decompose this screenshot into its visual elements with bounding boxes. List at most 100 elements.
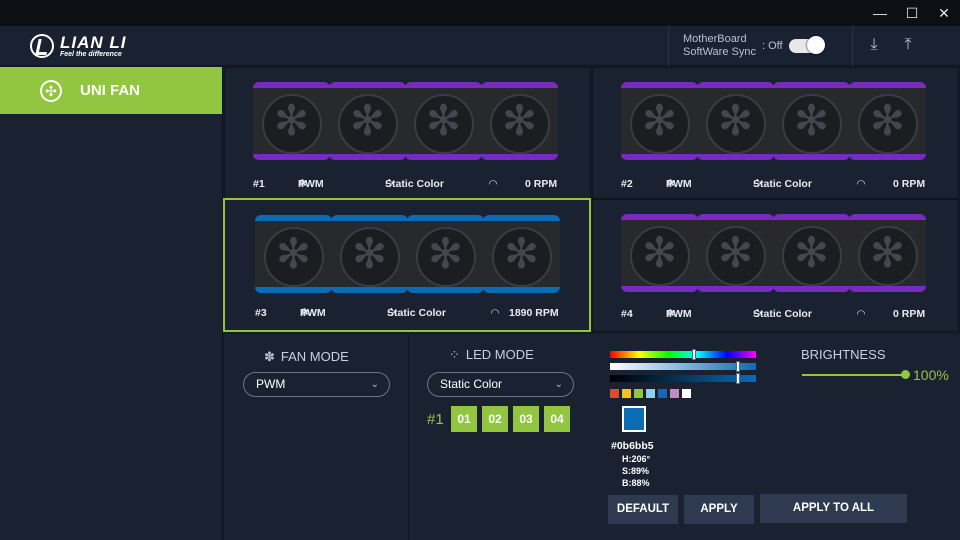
upload-icon[interactable]: ⤒ bbox=[898, 36, 918, 56]
sync-label-line1: MotherBoard bbox=[683, 33, 747, 45]
fan-unit bbox=[849, 214, 926, 292]
lian-li-logo: LIAN LI Feel the difference bbox=[30, 34, 127, 58]
sync-label-line2: SoftWare Sync bbox=[683, 46, 756, 58]
preset-swatch-pink[interactable] bbox=[670, 389, 679, 398]
sync-toggle[interactable] bbox=[788, 36, 825, 54]
current-color-preview[interactable] bbox=[622, 406, 646, 432]
group-fan-mode: PWM bbox=[300, 307, 326, 319]
fan-unit bbox=[849, 82, 926, 160]
motherboard-sync: MotherBoard SoftWare Sync : Off bbox=[668, 26, 825, 66]
speed-gauge-icon: ◠ bbox=[491, 307, 500, 319]
group-fan-mode: PWM bbox=[666, 178, 692, 190]
group-id: #4 bbox=[621, 308, 633, 320]
brightness-slider-track[interactable] bbox=[802, 374, 906, 376]
value-slider[interactable] bbox=[610, 373, 756, 384]
led-mode-title: ⁘ LED MODE bbox=[449, 347, 534, 363]
fan-mode-title-text: FAN MODE bbox=[280, 349, 349, 364]
value-slider-knob[interactable] bbox=[736, 373, 740, 384]
led-mode-title-text: LED MODE bbox=[465, 347, 534, 362]
sidebar: ✣ UNI FAN bbox=[0, 67, 223, 540]
fan-unit bbox=[697, 82, 774, 160]
title-bar: — ☐ ✕ bbox=[0, 0, 960, 26]
zone-button-04[interactable]: 04 bbox=[544, 406, 570, 432]
group-fan-mode: PWM bbox=[666, 308, 692, 320]
zone-button-02[interactable]: 02 bbox=[482, 406, 508, 432]
chevron-down-icon: ⌄ bbox=[554, 379, 563, 390]
chevron-down-icon: ⌄ bbox=[370, 379, 379, 390]
fan-unit bbox=[481, 82, 558, 160]
group-led-mode: Static Color bbox=[753, 308, 812, 320]
header-divider bbox=[852, 26, 853, 66]
speed-gauge-icon: ◠ bbox=[489, 178, 498, 190]
led-mode-select[interactable]: Static Color ⌄ bbox=[427, 372, 574, 397]
brightness-value: 100% bbox=[913, 367, 949, 383]
color-saturation-value: S:89% bbox=[622, 466, 650, 476]
brightness-title: BRIGHTNESS bbox=[801, 347, 886, 362]
group-rpm: 0 RPM bbox=[893, 308, 926, 320]
fan-row bbox=[253, 82, 558, 160]
preset-swatch-red[interactable] bbox=[610, 389, 619, 398]
fan-icon: ✣ bbox=[40, 79, 62, 102]
sidebar-item-label: UNI FAN bbox=[80, 82, 140, 99]
zone-button-01[interactable]: 01 bbox=[451, 406, 477, 432]
preset-swatch-light-blue[interactable] bbox=[646, 389, 655, 398]
minimize-button[interactable]: — bbox=[870, 4, 890, 22]
fan-group-1[interactable]: #1 ✽PWM ⁘Static Color ◠ 0 RPM bbox=[224, 67, 591, 199]
lian-li-logo-icon bbox=[30, 34, 54, 58]
fan-unit bbox=[405, 82, 482, 160]
led-mode-value: Static Color bbox=[440, 377, 503, 391]
divider bbox=[408, 334, 409, 540]
group-rpm: 0 RPM bbox=[893, 178, 926, 190]
group-rpm: 0 RPM bbox=[525, 178, 558, 190]
fan-unit bbox=[621, 82, 698, 160]
hue-slider[interactable] bbox=[610, 349, 756, 360]
fan-unit bbox=[483, 215, 560, 293]
group-id: #2 bbox=[621, 178, 633, 190]
download-icon[interactable]: ⤓ bbox=[864, 36, 884, 56]
app-header: LIAN LI Feel the difference MotherBoard … bbox=[0, 26, 960, 66]
close-button[interactable]: ✕ bbox=[934, 4, 954, 22]
fan-group-4[interactable]: #4 ✽PWM ⁘Static Color ◠ 0 RPM bbox=[592, 199, 959, 332]
apply-to-all-button[interactable]: APPLY TO ALL bbox=[760, 494, 907, 523]
fan-mode-icon: ✽ bbox=[264, 349, 275, 364]
group-id: #3 bbox=[255, 307, 267, 319]
group-led-mode: Static Color bbox=[385, 178, 444, 190]
speed-gauge-icon: ◠ bbox=[857, 178, 866, 190]
fan-mode-title: ✽ FAN MODE bbox=[264, 349, 349, 365]
zone-button-03[interactable]: 03 bbox=[513, 406, 539, 432]
maximize-button[interactable]: ☐ bbox=[902, 4, 922, 22]
preset-swatch-green[interactable] bbox=[634, 389, 643, 398]
fan-mode-select[interactable]: PWM ⌄ bbox=[243, 372, 390, 397]
brightness-slider-knob[interactable] bbox=[901, 370, 910, 379]
preset-swatch-blue[interactable] bbox=[658, 389, 667, 398]
saturation-slider-knob[interactable] bbox=[736, 361, 740, 372]
apply-button[interactable]: APPLY bbox=[684, 495, 754, 524]
fan-unit bbox=[255, 215, 332, 293]
fan-unit bbox=[773, 82, 850, 160]
fan-unit bbox=[621, 214, 698, 292]
preset-swatch-yellow[interactable] bbox=[622, 389, 631, 398]
color-brightness-value: B:88% bbox=[622, 478, 650, 488]
preset-swatch-white[interactable] bbox=[682, 389, 691, 398]
sidebar-item-uni-fan[interactable]: ✣ UNI FAN bbox=[0, 67, 222, 114]
led-icon: ⁘ bbox=[449, 347, 460, 362]
color-hue-value: H:206° bbox=[622, 454, 651, 464]
brand-name: LIAN LI bbox=[60, 33, 127, 52]
color-hex-value: #0b6bb5 bbox=[611, 440, 654, 452]
group-led-mode: Static Color bbox=[753, 178, 812, 190]
hue-slider-knob[interactable] bbox=[692, 349, 696, 360]
fan-group-2[interactable]: #2 ✽PWM ⁘Static Color ◠ 0 RPM bbox=[592, 67, 959, 199]
fan-row bbox=[621, 82, 926, 160]
default-button[interactable]: DEFAULT bbox=[608, 495, 678, 524]
fan-unit bbox=[331, 215, 408, 293]
group-fan-mode: PWM bbox=[298, 178, 324, 190]
fan-row bbox=[621, 214, 926, 292]
group-led-mode: Static Color bbox=[387, 307, 446, 319]
saturation-slider[interactable] bbox=[610, 361, 756, 372]
sync-state: : Off bbox=[761, 40, 783, 52]
fan-unit bbox=[773, 214, 850, 292]
brand-tagline: Feel the difference bbox=[60, 51, 122, 58]
fan-unit bbox=[697, 214, 774, 292]
fan-group-3[interactable]: #3 ✽PWM ⁘Static Color ◠ 1890 RPM bbox=[223, 198, 591, 332]
fan-row bbox=[255, 215, 560, 293]
